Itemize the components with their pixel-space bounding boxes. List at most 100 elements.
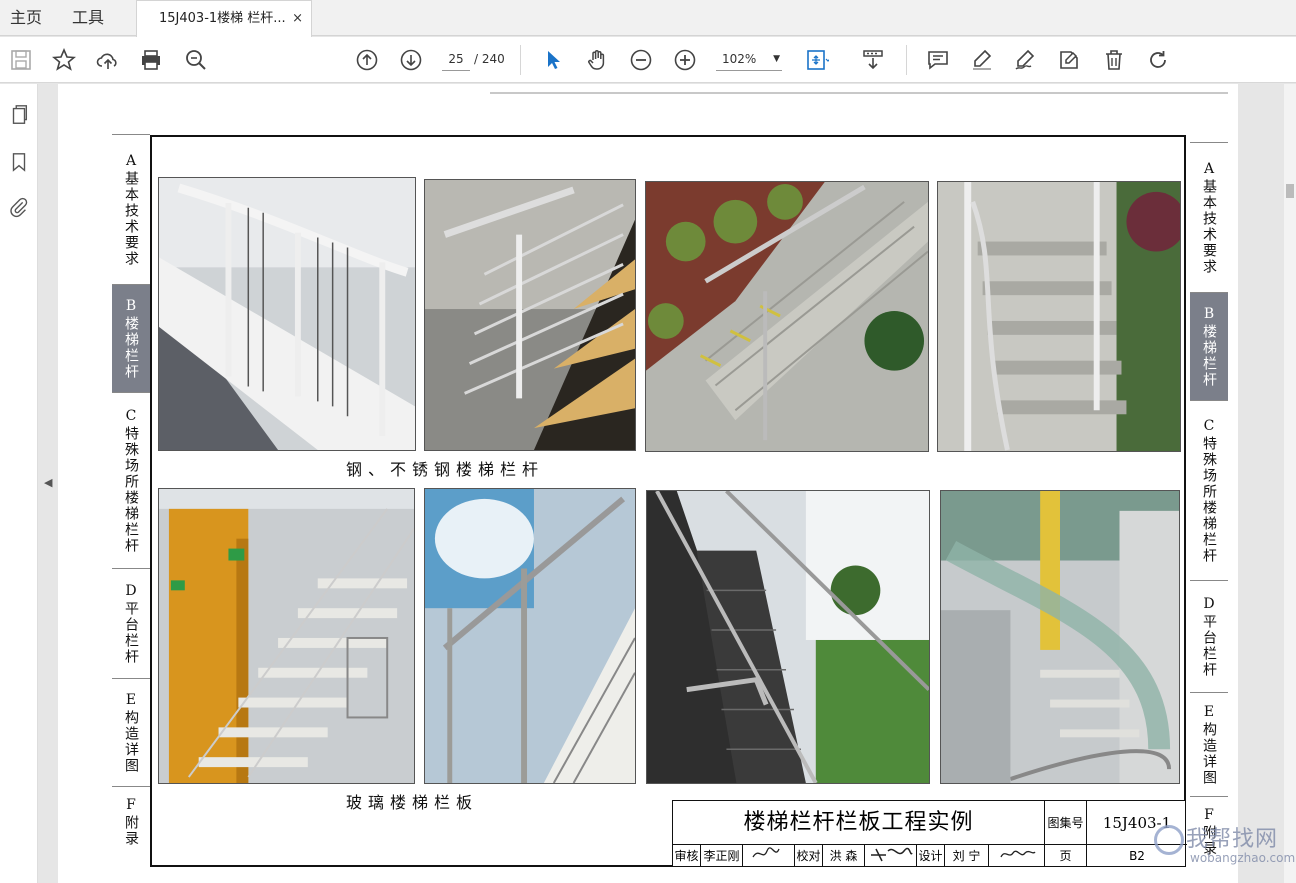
- index-item-b[interactable]: B楼梯栏杆: [1190, 292, 1228, 400]
- zoom-in-icon[interactable]: [672, 47, 698, 73]
- index-letter: C: [123, 407, 139, 426]
- review-label: 审核: [673, 845, 701, 867]
- watermark: 我帮找网 wobangzhao.com: [1150, 815, 1296, 875]
- attachment-icon[interactable]: [6, 194, 32, 220]
- scroll-mode-icon[interactable]: [860, 47, 886, 73]
- index-label: 构造详图: [123, 709, 139, 774]
- drawing-title: 楼梯栏杆栏板工程实例: [673, 801, 1045, 845]
- index-item-d[interactable]: D平台栏杆: [1190, 580, 1228, 692]
- comment-icon[interactable]: [925, 47, 951, 73]
- index-label: 楼梯栏杆: [123, 315, 139, 380]
- index-item-f[interactable]: F附录: [112, 786, 150, 856]
- photo-glass-railing-1: [158, 488, 415, 784]
- toolbar-divider: [906, 45, 907, 75]
- title-block: 楼梯栏杆栏板工程实例 图集号 15J403-1 审核 李正刚 校对 洪 森 设计…: [672, 800, 1187, 867]
- search-zoom-icon[interactable]: [183, 47, 209, 73]
- hand-icon[interactable]: [584, 47, 610, 73]
- caption-steel-railings: 钢、不锈钢楼梯栏杆: [346, 460, 545, 479]
- index-label: 平台栏杆: [123, 600, 139, 665]
- highlight-icon[interactable]: [969, 47, 995, 73]
- photo-steel-railing-3: [645, 181, 929, 452]
- zoom-value: 102%: [722, 52, 757, 66]
- designer-name: 刘 宁: [945, 845, 989, 867]
- index-item-e[interactable]: E构造详图: [112, 678, 150, 786]
- close-icon[interactable]: ×: [292, 1, 303, 37]
- watermark-sub: wobangzhao.com: [1190, 851, 1296, 865]
- index-letter: B: [123, 297, 139, 316]
- photo-steel-railing-4: [937, 181, 1181, 452]
- bookmark-icon[interactable]: [6, 149, 32, 175]
- set-number-label: 图集号: [1045, 801, 1087, 845]
- print-icon[interactable]: [138, 47, 164, 73]
- reviewer-name: 李正刚: [701, 845, 743, 867]
- scroll-thumb[interactable]: [1286, 184, 1294, 198]
- select-cursor-icon[interactable]: [540, 47, 566, 73]
- index-letter: E: [1201, 703, 1217, 722]
- index-letter: D: [123, 582, 139, 601]
- checker-name: 洪 森: [823, 845, 865, 867]
- index-label: 基本技术要求: [1201, 178, 1217, 275]
- collapse-sidebar-icon[interactable]: ◀: [44, 476, 54, 490]
- page-label: 页: [1045, 845, 1087, 867]
- index-item-d[interactable]: D平台栏杆: [112, 568, 150, 678]
- watermark-main: 我帮找网: [1186, 827, 1279, 852]
- fit-page-icon[interactable]: [804, 47, 830, 73]
- index-item-b[interactable]: B楼梯栏杆: [112, 284, 150, 392]
- bookmark-star-icon[interactable]: [51, 47, 77, 73]
- reviewer-signature: [743, 845, 795, 867]
- toolbar: 25 / 240 102% ▼: [0, 37, 1296, 83]
- document-tab-title: 15J403-1楼梯 栏杆...: [159, 11, 286, 26]
- index-letter: A: [123, 152, 139, 171]
- stamp-icon[interactable]: [1056, 47, 1082, 73]
- photo-glass-railing-3: [646, 490, 930, 784]
- page-header-rule: [490, 92, 1228, 94]
- delete-icon[interactable]: [1101, 47, 1127, 73]
- arrow-down-icon[interactable]: [398, 47, 424, 73]
- photo-steel-railing-2: [424, 179, 636, 451]
- index-label: 构造详图: [1201, 721, 1217, 786]
- photo-glass-railing-4: [940, 490, 1180, 784]
- index-label: 基本技术要求: [123, 170, 139, 267]
- zoom-out-icon[interactable]: [628, 47, 654, 73]
- check-label: 校对: [795, 845, 823, 867]
- page-number-input[interactable]: 25: [442, 47, 470, 71]
- signature-row: 审核 李正刚 校对 洪 森 设计 刘 宁 页 B2: [673, 845, 1187, 867]
- index-label: 特殊场所楼梯栏杆: [123, 425, 139, 554]
- zoom-select[interactable]: 102% ▼: [716, 47, 782, 71]
- index-letter: C: [1201, 417, 1217, 436]
- save-icon[interactable]: [8, 47, 34, 73]
- document-tab[interactable]: 15J403-1楼梯 栏杆... ×: [136, 0, 312, 37]
- photo-glass-railing-2: [424, 488, 636, 784]
- index-label: 附录: [123, 814, 139, 847]
- photo-steel-railing-1: [158, 177, 416, 451]
- checker-signature: [865, 845, 917, 867]
- index-item-e[interactable]: E构造详图: [1190, 692, 1228, 796]
- tools-tab[interactable]: 工具: [72, 0, 104, 36]
- arrow-up-icon[interactable]: [354, 47, 380, 73]
- toolbar-divider: [520, 45, 521, 75]
- index-item-a[interactable]: A基本技术要求: [1190, 142, 1228, 292]
- left-sidebar: [0, 84, 38, 883]
- page-total: / 240: [474, 52, 505, 66]
- index-letter: A: [1201, 160, 1217, 179]
- index-letter: D: [1201, 595, 1217, 614]
- index-item-a[interactable]: A基本技术要求: [112, 134, 150, 284]
- index-label: 平台栏杆: [1201, 613, 1217, 678]
- caption-glass-railings: 玻璃楼梯栏板: [346, 793, 479, 812]
- rotate-icon[interactable]: [1145, 47, 1171, 73]
- watermark-logo-icon: [1154, 825, 1184, 855]
- index-item-c[interactable]: C特殊场所楼梯栏杆: [112, 392, 150, 568]
- index-letter: F: [123, 796, 139, 815]
- scrollbar[interactable]: [1284, 84, 1296, 883]
- design-label: 设计: [917, 845, 945, 867]
- chevron-down-icon: ▼: [773, 54, 780, 64]
- sign-icon[interactable]: [1012, 47, 1038, 73]
- index-letter: B: [1201, 305, 1217, 324]
- cloud-upload-icon[interactable]: [95, 47, 121, 73]
- tab-bar: 主页 工具 15J403-1楼梯 栏杆... ×: [0, 0, 1296, 37]
- index-label: 楼梯栏杆: [1201, 323, 1217, 388]
- designer-signature: [989, 845, 1045, 867]
- index-item-c[interactable]: C特殊场所楼梯栏杆: [1190, 400, 1228, 580]
- home-tab[interactable]: 主页: [10, 0, 42, 36]
- pages-icon[interactable]: [6, 102, 32, 128]
